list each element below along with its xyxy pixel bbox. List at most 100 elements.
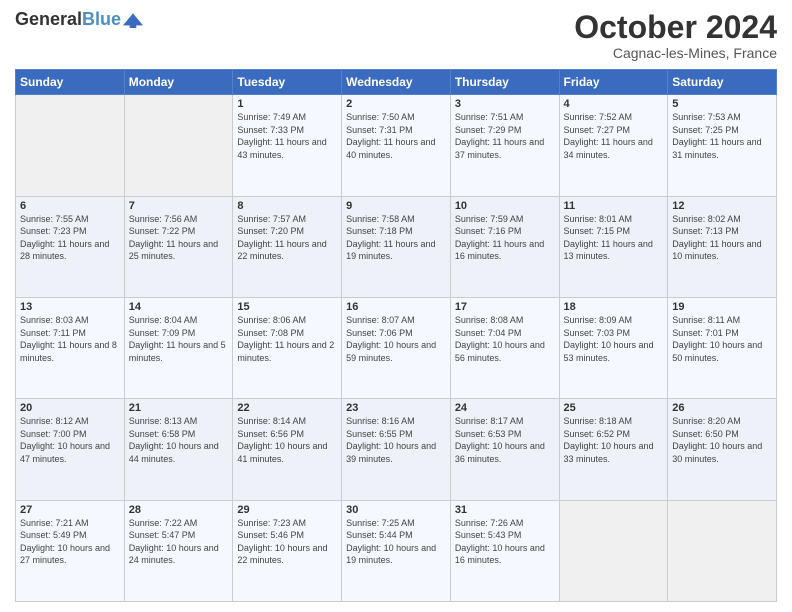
week-row-2: 13Sunrise: 8:03 AM Sunset: 7:11 PM Dayli…	[16, 297, 777, 398]
calendar-cell: 27Sunrise: 7:21 AM Sunset: 5:49 PM Dayli…	[16, 500, 125, 601]
day-number: 27	[20, 504, 120, 516]
week-row-1: 6Sunrise: 7:55 AM Sunset: 7:23 PM Daylig…	[16, 196, 777, 297]
calendar-cell: 2Sunrise: 7:50 AM Sunset: 7:31 PM Daylig…	[342, 95, 451, 196]
day-number: 8	[237, 200, 337, 212]
calendar-cell: 14Sunrise: 8:04 AM Sunset: 7:09 PM Dayli…	[124, 297, 233, 398]
day-number: 6	[20, 200, 120, 212]
day-number: 11	[564, 200, 664, 212]
day-number: 30	[346, 504, 446, 516]
day-number: 3	[455, 98, 555, 110]
day-number: 16	[346, 301, 446, 313]
day-info: Sunrise: 7:26 AM Sunset: 5:43 PM Dayligh…	[455, 517, 555, 567]
calendar-cell: 28Sunrise: 7:22 AM Sunset: 5:47 PM Dayli…	[124, 500, 233, 601]
calendar-cell: 19Sunrise: 8:11 AM Sunset: 7:01 PM Dayli…	[668, 297, 777, 398]
day-number: 14	[129, 301, 229, 313]
calendar-cell: 8Sunrise: 7:57 AM Sunset: 7:20 PM Daylig…	[233, 196, 342, 297]
day-info: Sunrise: 8:09 AM Sunset: 7:03 PM Dayligh…	[564, 314, 664, 364]
day-header-monday: Monday	[124, 70, 233, 95]
logo-general: General	[15, 9, 82, 29]
calendar-cell: 22Sunrise: 8:14 AM Sunset: 6:56 PM Dayli…	[233, 399, 342, 500]
day-info: Sunrise: 8:18 AM Sunset: 6:52 PM Dayligh…	[564, 415, 664, 465]
logo-blue: Blue	[82, 9, 121, 29]
calendar-cell: 17Sunrise: 8:08 AM Sunset: 7:04 PM Dayli…	[450, 297, 559, 398]
calendar-cell: 11Sunrise: 8:01 AM Sunset: 7:15 PM Dayli…	[559, 196, 668, 297]
calendar-cell: 5Sunrise: 7:53 AM Sunset: 7:25 PM Daylig…	[668, 95, 777, 196]
calendar-cell	[559, 500, 668, 601]
day-info: Sunrise: 7:53 AM Sunset: 7:25 PM Dayligh…	[672, 111, 772, 161]
calendar-cell: 1Sunrise: 7:49 AM Sunset: 7:33 PM Daylig…	[233, 95, 342, 196]
day-info: Sunrise: 8:20 AM Sunset: 6:50 PM Dayligh…	[672, 415, 772, 465]
main-title: October 2024	[574, 10, 777, 45]
calendar-cell: 4Sunrise: 7:52 AM Sunset: 7:27 PM Daylig…	[559, 95, 668, 196]
calendar-cell: 25Sunrise: 8:18 AM Sunset: 6:52 PM Dayli…	[559, 399, 668, 500]
day-info: Sunrise: 8:14 AM Sunset: 6:56 PM Dayligh…	[237, 415, 337, 465]
day-info: Sunrise: 8:11 AM Sunset: 7:01 PM Dayligh…	[672, 314, 772, 364]
day-number: 29	[237, 504, 337, 516]
day-number: 2	[346, 98, 446, 110]
day-number: 21	[129, 402, 229, 414]
calendar-cell: 18Sunrise: 8:09 AM Sunset: 7:03 PM Dayli…	[559, 297, 668, 398]
calendar-cell: 31Sunrise: 7:26 AM Sunset: 5:43 PM Dayli…	[450, 500, 559, 601]
day-header-tuesday: Tuesday	[233, 70, 342, 95]
calendar-table: SundayMondayTuesdayWednesdayThursdayFrid…	[15, 69, 777, 602]
day-number: 15	[237, 301, 337, 313]
day-info: Sunrise: 7:59 AM Sunset: 7:16 PM Dayligh…	[455, 213, 555, 263]
day-number: 17	[455, 301, 555, 313]
day-number: 12	[672, 200, 772, 212]
calendar-cell: 29Sunrise: 7:23 AM Sunset: 5:46 PM Dayli…	[233, 500, 342, 601]
day-info: Sunrise: 8:06 AM Sunset: 7:08 PM Dayligh…	[237, 314, 337, 364]
calendar-cell: 3Sunrise: 7:51 AM Sunset: 7:29 PM Daylig…	[450, 95, 559, 196]
day-number: 22	[237, 402, 337, 414]
day-number: 25	[564, 402, 664, 414]
day-number: 18	[564, 301, 664, 313]
title-area: October 2024 Cagnac-les-Mines, France	[574, 10, 777, 61]
day-number: 10	[455, 200, 555, 212]
calendar-cell: 23Sunrise: 8:16 AM Sunset: 6:55 PM Dayli…	[342, 399, 451, 500]
day-info: Sunrise: 8:17 AM Sunset: 6:53 PM Dayligh…	[455, 415, 555, 465]
day-info: Sunrise: 8:13 AM Sunset: 6:58 PM Dayligh…	[129, 415, 229, 465]
day-info: Sunrise: 7:25 AM Sunset: 5:44 PM Dayligh…	[346, 517, 446, 567]
day-header-friday: Friday	[559, 70, 668, 95]
day-info: Sunrise: 7:56 AM Sunset: 7:22 PM Dayligh…	[129, 213, 229, 263]
calendar-cell: 20Sunrise: 8:12 AM Sunset: 7:00 PM Dayli…	[16, 399, 125, 500]
day-info: Sunrise: 7:58 AM Sunset: 7:18 PM Dayligh…	[346, 213, 446, 263]
week-row-0: 1Sunrise: 7:49 AM Sunset: 7:33 PM Daylig…	[16, 95, 777, 196]
logo: GeneralBlue	[15, 10, 143, 30]
day-number: 13	[20, 301, 120, 313]
day-info: Sunrise: 8:04 AM Sunset: 7:09 PM Dayligh…	[129, 314, 229, 364]
calendar-cell	[668, 500, 777, 601]
day-info: Sunrise: 8:02 AM Sunset: 7:13 PM Dayligh…	[672, 213, 772, 263]
day-info: Sunrise: 7:21 AM Sunset: 5:49 PM Dayligh…	[20, 517, 120, 567]
calendar-cell: 24Sunrise: 8:17 AM Sunset: 6:53 PM Dayli…	[450, 399, 559, 500]
day-header-thursday: Thursday	[450, 70, 559, 95]
calendar-cell: 30Sunrise: 7:25 AM Sunset: 5:44 PM Dayli…	[342, 500, 451, 601]
logo-text: GeneralBlue	[15, 10, 121, 30]
day-info: Sunrise: 7:51 AM Sunset: 7:29 PM Dayligh…	[455, 111, 555, 161]
day-info: Sunrise: 7:22 AM Sunset: 5:47 PM Dayligh…	[129, 517, 229, 567]
calendar-cell: 9Sunrise: 7:58 AM Sunset: 7:18 PM Daylig…	[342, 196, 451, 297]
logo-icon	[123, 10, 143, 30]
calendar-cell: 21Sunrise: 8:13 AM Sunset: 6:58 PM Dayli…	[124, 399, 233, 500]
calendar-cell: 12Sunrise: 8:02 AM Sunset: 7:13 PM Dayli…	[668, 196, 777, 297]
header: GeneralBlue October 2024 Cagnac-les-Mine…	[15, 10, 777, 61]
day-info: Sunrise: 8:01 AM Sunset: 7:15 PM Dayligh…	[564, 213, 664, 263]
day-info: Sunrise: 8:07 AM Sunset: 7:06 PM Dayligh…	[346, 314, 446, 364]
day-info: Sunrise: 8:03 AM Sunset: 7:11 PM Dayligh…	[20, 314, 120, 364]
day-number: 9	[346, 200, 446, 212]
day-number: 28	[129, 504, 229, 516]
day-number: 26	[672, 402, 772, 414]
day-number: 4	[564, 98, 664, 110]
day-number: 23	[346, 402, 446, 414]
week-row-4: 27Sunrise: 7:21 AM Sunset: 5:49 PM Dayli…	[16, 500, 777, 601]
calendar-cell	[124, 95, 233, 196]
calendar-cell: 7Sunrise: 7:56 AM Sunset: 7:22 PM Daylig…	[124, 196, 233, 297]
day-number: 24	[455, 402, 555, 414]
page: GeneralBlue October 2024 Cagnac-les-Mine…	[0, 0, 792, 612]
week-row-3: 20Sunrise: 8:12 AM Sunset: 7:00 PM Dayli…	[16, 399, 777, 500]
day-number: 31	[455, 504, 555, 516]
day-header-wednesday: Wednesday	[342, 70, 451, 95]
calendar-cell: 26Sunrise: 8:20 AM Sunset: 6:50 PM Dayli…	[668, 399, 777, 500]
day-number: 1	[237, 98, 337, 110]
day-info: Sunrise: 7:57 AM Sunset: 7:20 PM Dayligh…	[237, 213, 337, 263]
day-number: 5	[672, 98, 772, 110]
